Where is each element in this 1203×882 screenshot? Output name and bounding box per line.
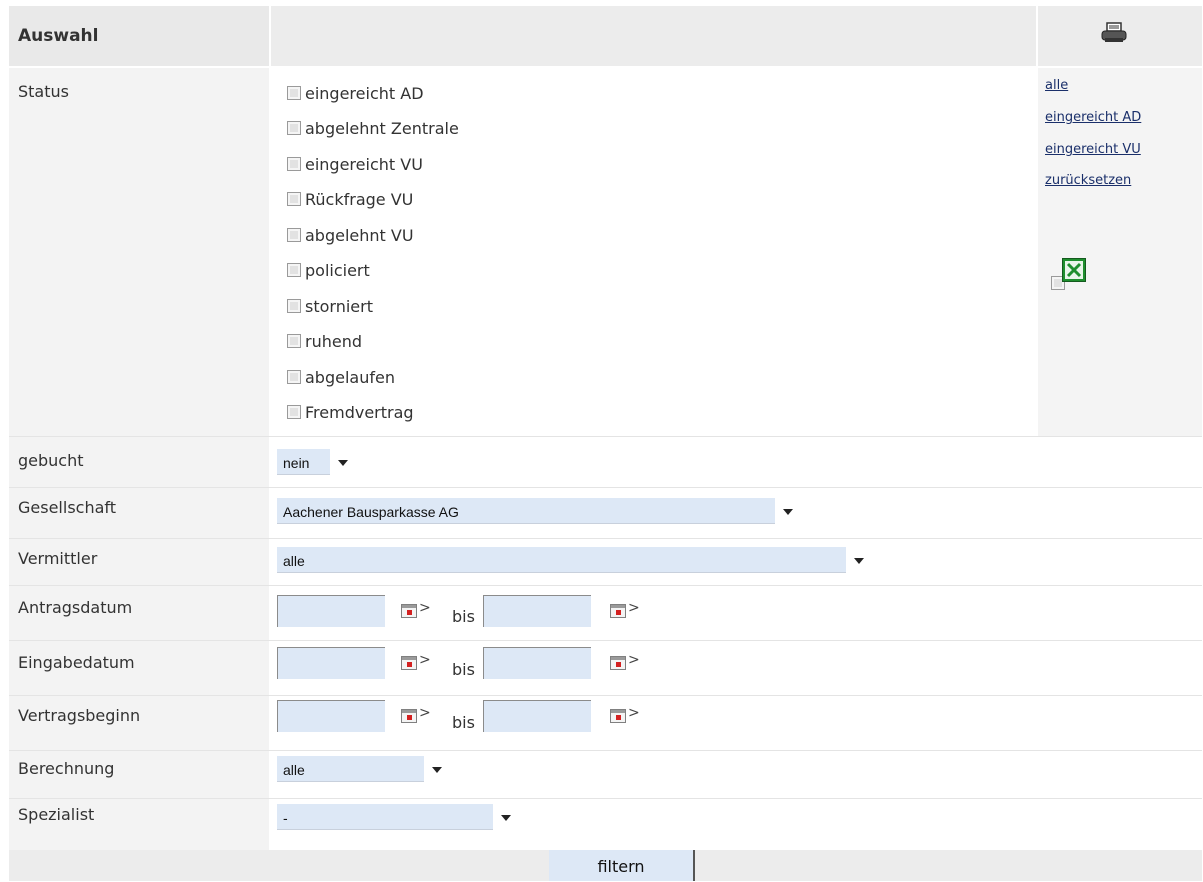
chevron-right-icon[interactable]: > — [628, 705, 640, 721]
antragsdatum-bis: bis — [452, 607, 475, 626]
berechnung-value: alle — [283, 762, 305, 778]
chevron-down-icon — [330, 449, 356, 475]
status-checkbox[interactable] — [287, 121, 301, 135]
row-antragsdatum: Antragsdatum — [9, 585, 1202, 640]
header-middle-cell — [271, 6, 1036, 66]
excel-icon[interactable] — [1062, 258, 1086, 282]
status-option-label: abgelehnt Zentrale — [305, 119, 459, 138]
footer-row: filtern — [9, 850, 1202, 881]
status-option-label: abgelehnt VU — [305, 226, 414, 245]
eingabedatum-from-input[interactable] — [277, 647, 385, 679]
status-checkbox[interactable] — [287, 192, 301, 206]
antragsdatum-label: Antragsdatum — [18, 598, 133, 617]
gesellschaft-select[interactable]: Aachener Bausparkasse AG — [277, 498, 801, 524]
gesellschaft-label-cell: Gesellschaft — [9, 488, 269, 538]
vermittler-label-cell: Vermittler — [9, 539, 269, 585]
berechnung-label: Berechnung — [18, 759, 115, 778]
status-option-label: storniert — [305, 297, 373, 316]
row-spezialist: Spezialist — [9, 798, 1202, 850]
status-checkbox[interactable] — [287, 370, 301, 384]
chevron-down-icon — [775, 498, 801, 524]
chevron-right-icon[interactable]: > — [419, 600, 431, 616]
status-checkbox[interactable] — [287, 86, 301, 100]
header-row: Auswahl — [9, 6, 1202, 66]
vertragsbeginn-from-input[interactable] — [277, 700, 385, 732]
gesellschaft-label: Gesellschaft — [18, 498, 117, 517]
status-checkbox[interactable] — [287, 405, 301, 419]
status-label-cell: Status — [9, 68, 269, 436]
status-checkbox[interactable] — [287, 228, 301, 242]
row-gebucht: gebucht — [9, 436, 1202, 487]
status-option-label: eingereicht AD — [305, 84, 424, 103]
status-option-label: eingereicht VU — [305, 155, 423, 174]
status-checkbox[interactable] — [287, 157, 301, 171]
gebucht-label-cell: gebucht — [9, 437, 269, 487]
vertragsbeginn-label: Vertragsbeginn — [18, 706, 141, 725]
spezialist-value: - — [283, 810, 288, 826]
gebucht-select[interactable]: nein — [277, 449, 356, 475]
vertragsbeginn-bis: bis — [452, 713, 475, 732]
status-checkbox[interactable] — [287, 299, 301, 313]
status-option-label: Fremdvertrag — [305, 403, 414, 422]
gebucht-label: gebucht — [18, 451, 84, 470]
link-eingereicht-vu[interactable]: eingereicht VU — [1045, 142, 1141, 157]
status-option-label: Rückfrage VU — [305, 190, 414, 209]
calendar-icon[interactable] — [401, 709, 417, 723]
chevron-right-icon[interactable]: > — [628, 600, 640, 616]
link-alle[interactable]: alle — [1045, 78, 1068, 93]
spezialist-label-cell: Spezialist — [9, 799, 269, 850]
spezialist-label: Spezialist — [18, 805, 95, 824]
calendar-icon[interactable] — [401, 656, 417, 670]
berechnung-select[interactable]: alle — [277, 756, 450, 782]
header-title: Auswahl — [18, 26, 99, 46]
gesellschaft-value: Aachener Bausparkasse AG — [283, 504, 459, 520]
status-option-label: ruhend — [305, 332, 362, 351]
vermittler-select[interactable]: alle — [277, 547, 872, 573]
eingabedatum-to-input[interactable] — [483, 647, 591, 679]
chevron-down-icon — [493, 804, 519, 830]
chevron-down-icon — [846, 547, 872, 573]
row-berechnung: Berechnung — [9, 750, 1202, 798]
calendar-icon[interactable] — [610, 656, 626, 670]
status-checkbox[interactable] — [287, 263, 301, 277]
link-zuruecksetzen[interactable]: zurücksetzen — [1045, 173, 1131, 188]
status-label: Status — [18, 82, 69, 101]
berechnung-label-cell: Berechnung — [9, 751, 269, 798]
calendar-icon[interactable] — [610, 604, 626, 618]
eingabedatum-label-cell: Eingabedatum — [9, 641, 269, 695]
link-eingereicht-ad[interactable]: eingereicht AD — [1045, 110, 1141, 125]
chevron-right-icon[interactable]: > — [419, 705, 431, 721]
chevron-right-icon[interactable]: > — [419, 652, 431, 668]
status-option-label: abgelaufen — [305, 368, 395, 387]
row-vertragsbeginn: Vertragsbeginn — [9, 695, 1202, 750]
eingabedatum-bis: bis — [452, 660, 475, 679]
antragsdatum-to-input[interactable] — [483, 595, 591, 627]
printer-icon[interactable] — [1101, 22, 1127, 44]
chevron-right-icon[interactable]: > — [628, 652, 640, 668]
chevron-down-icon — [424, 756, 450, 782]
filter-button[interactable]: filtern — [549, 850, 695, 881]
calendar-icon[interactable] — [401, 604, 417, 618]
vertragsbeginn-label-cell: Vertragsbeginn — [9, 696, 269, 750]
calendar-icon[interactable] — [610, 709, 626, 723]
status-checkbox[interactable] — [287, 334, 301, 348]
vertragsbeginn-to-input[interactable] — [483, 700, 591, 732]
spezialist-select[interactable]: - — [277, 804, 519, 830]
vermittler-label: Vermittler — [18, 549, 98, 568]
gebucht-value: nein — [283, 455, 310, 471]
vermittler-value: alle — [283, 553, 305, 569]
filter-form: Auswahl Status eingereicht AD abgelehnt … — [0, 0, 1203, 881]
header-label-cell: Auswahl — [9, 6, 269, 66]
antragsdatum-from-input[interactable] — [277, 595, 385, 627]
status-option-label: policiert — [305, 261, 370, 280]
antragsdatum-label-cell: Antragsdatum — [9, 586, 269, 640]
eingabedatum-label: Eingabedatum — [18, 653, 135, 672]
row-eingabedatum: Eingabedatum — [9, 640, 1202, 695]
